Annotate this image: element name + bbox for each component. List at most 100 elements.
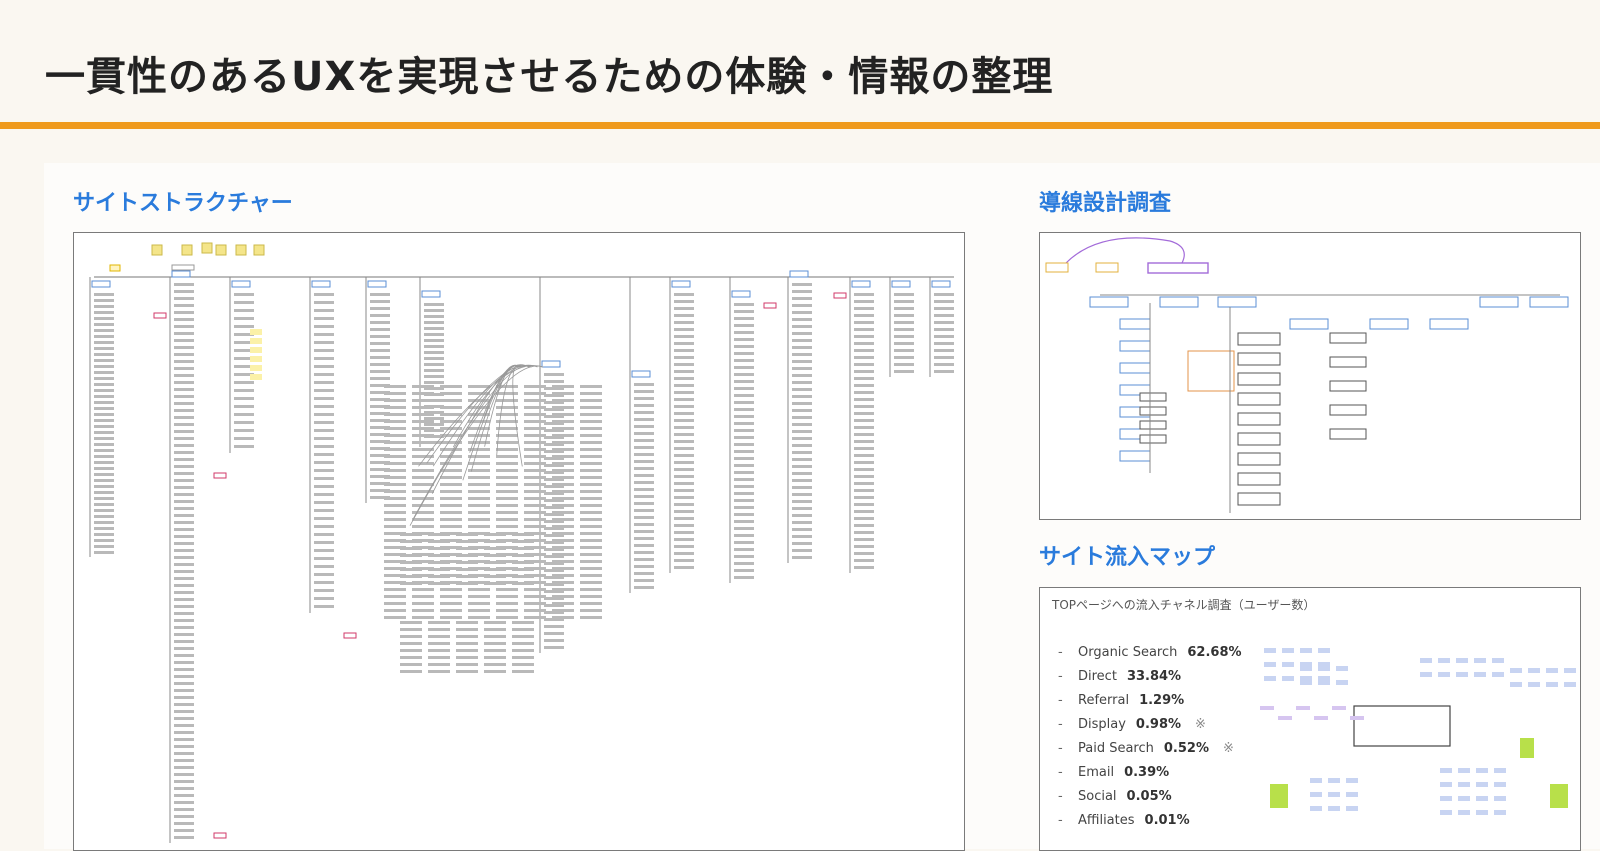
node-bar bbox=[174, 332, 194, 335]
node-bar bbox=[1528, 682, 1540, 687]
node-bar bbox=[384, 616, 406, 619]
node-bar bbox=[792, 430, 812, 433]
node-bar bbox=[512, 540, 534, 543]
node-bar bbox=[94, 515, 114, 518]
node-bar bbox=[792, 479, 812, 482]
node-bar bbox=[94, 371, 114, 374]
node-bar bbox=[792, 500, 812, 503]
node-bar bbox=[552, 511, 574, 514]
node-bar bbox=[792, 416, 812, 419]
node-bar bbox=[674, 370, 694, 373]
node-bar bbox=[734, 415, 754, 418]
node-bar bbox=[854, 384, 874, 387]
node-bar bbox=[792, 381, 812, 384]
node-bar bbox=[512, 554, 534, 557]
channel-name: Direct bbox=[1078, 668, 1117, 684]
node-bar bbox=[524, 448, 546, 451]
node-bar bbox=[854, 475, 874, 478]
node-bar bbox=[174, 444, 194, 447]
node-bar bbox=[854, 314, 874, 317]
node-bar bbox=[424, 327, 444, 330]
node-bar bbox=[1510, 682, 1522, 687]
node-bar bbox=[400, 635, 422, 638]
node-bar bbox=[174, 668, 194, 671]
node-bar bbox=[524, 469, 546, 472]
flow-design-panel bbox=[1039, 232, 1581, 520]
node-bar bbox=[854, 391, 874, 394]
node-bar bbox=[734, 387, 754, 390]
node-bar bbox=[440, 385, 462, 388]
node-bar bbox=[440, 490, 462, 493]
node-bar bbox=[370, 321, 390, 324]
node-bar bbox=[370, 293, 390, 296]
node-bar bbox=[174, 633, 194, 636]
node-bar bbox=[400, 642, 422, 645]
node-bar bbox=[674, 538, 694, 541]
node-bar bbox=[174, 766, 194, 769]
node-bar bbox=[634, 502, 654, 505]
node-bar bbox=[94, 383, 114, 386]
node-bar bbox=[412, 595, 434, 598]
node-bar bbox=[734, 576, 754, 579]
site-structure-title: サイトストラクチャー bbox=[73, 191, 293, 216]
node-bar bbox=[94, 533, 114, 536]
node-bar bbox=[496, 399, 518, 402]
node-bar bbox=[552, 406, 574, 409]
node-bar bbox=[94, 461, 114, 464]
node-bar bbox=[854, 307, 874, 310]
node-bar bbox=[792, 514, 812, 517]
node-bar bbox=[734, 569, 754, 572]
node-bar bbox=[552, 525, 574, 528]
node-bar bbox=[524, 497, 546, 500]
node-bar bbox=[174, 514, 194, 517]
node-bar bbox=[94, 407, 114, 410]
node-bar bbox=[580, 504, 602, 507]
node-bar bbox=[94, 509, 114, 512]
node-bar bbox=[1278, 716, 1292, 720]
node-box bbox=[171, 270, 191, 278]
node-bar bbox=[468, 616, 490, 619]
node-bar bbox=[174, 752, 194, 755]
node-bar bbox=[428, 582, 450, 585]
node-bar bbox=[412, 518, 434, 521]
node-bar bbox=[174, 794, 194, 797]
node-bar bbox=[524, 602, 546, 605]
node-bar bbox=[468, 588, 490, 591]
node-bar bbox=[894, 307, 914, 310]
node-bar bbox=[456, 670, 478, 673]
node-bar bbox=[424, 351, 444, 354]
node-bar bbox=[412, 392, 434, 395]
node-bar bbox=[428, 540, 450, 543]
flow-node bbox=[1329, 404, 1367, 416]
node-bar bbox=[234, 437, 254, 440]
node-bar bbox=[1318, 666, 1330, 671]
node-bar bbox=[412, 420, 434, 423]
node-bar bbox=[734, 394, 754, 397]
node-bar bbox=[1264, 676, 1276, 681]
bullet-dash: - bbox=[1058, 788, 1063, 804]
node-bar bbox=[734, 429, 754, 432]
node-bar bbox=[792, 332, 812, 335]
node-bar bbox=[512, 649, 534, 652]
node-bar bbox=[1314, 716, 1328, 720]
node-bar bbox=[370, 356, 390, 359]
node-bar bbox=[792, 409, 812, 412]
flow-node bbox=[1329, 428, 1367, 440]
node-bar bbox=[1510, 668, 1522, 673]
node-bar bbox=[512, 670, 534, 673]
node-bar bbox=[496, 448, 518, 451]
node-bar bbox=[734, 443, 754, 446]
node-bar bbox=[384, 511, 406, 514]
node-bar bbox=[94, 341, 114, 344]
node-bar bbox=[370, 314, 390, 317]
node-bar bbox=[174, 759, 194, 762]
flow-node bbox=[1329, 332, 1367, 344]
node-bar bbox=[1300, 680, 1312, 685]
node-bar bbox=[1456, 658, 1468, 663]
node-bar bbox=[524, 588, 546, 591]
node-bar bbox=[314, 317, 334, 320]
node-bar bbox=[512, 635, 534, 638]
node-bar bbox=[314, 573, 334, 576]
node-bar bbox=[400, 561, 422, 564]
node-bar bbox=[674, 524, 694, 527]
